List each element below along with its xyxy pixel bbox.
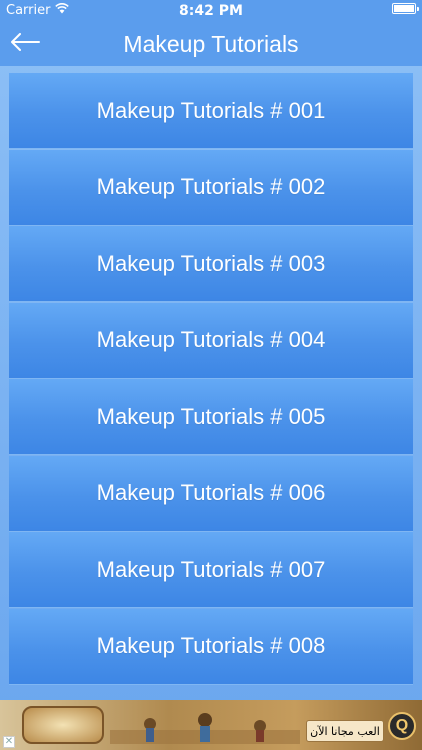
list-item-label: Makeup Tutorials # 008 — [96, 633, 326, 658]
list-item[interactable]: Makeup Tutorials # 005 — [9, 379, 413, 455]
list-item-label: Makeup Tutorials # 004 — [96, 327, 326, 352]
list-item[interactable]: Makeup Tutorials # 007 — [9, 532, 413, 608]
list-item[interactable]: Makeup Tutorials # 002 — [9, 149, 413, 226]
ad-cta-text: العب مجانا الآن — [306, 720, 384, 742]
ad-brand-icon: Q — [388, 712, 416, 740]
tutorial-list: Makeup Tutorials # 001 Makeup Tutorials … — [9, 73, 413, 685]
list-item[interactable]: Makeup Tutorials # 006 — [9, 455, 413, 532]
list-item-label: Makeup Tutorials # 007 — [96, 556, 326, 582]
status-bar: Carrier 8:42 PM — [0, 0, 422, 22]
list-item-label: Makeup Tutorials # 002 — [96, 174, 326, 199]
list-item[interactable]: Makeup Tutorials # 003 — [9, 226, 413, 302]
list-item-label: Makeup Tutorials # 006 — [96, 480, 326, 505]
ad-illustration — [110, 708, 300, 744]
ad-game-logo — [22, 706, 104, 744]
list-item[interactable]: Makeup Tutorials # 001 — [9, 73, 413, 149]
list-item-label: Makeup Tutorials # 003 — [96, 250, 326, 276]
battery-icon — [392, 3, 419, 14]
navigation-bar: Makeup Tutorials — [0, 22, 422, 66]
status-time: 8:42 PM — [179, 3, 243, 19]
list-item[interactable]: Makeup Tutorials # 004 — [9, 302, 413, 379]
ad-close-icon[interactable]: ✕ — [3, 736, 15, 748]
app-screen: Carrier 8:42 PM Makeup Tutorials Makeup … — [0, 0, 422, 750]
list-item-label: Makeup Tutorials # 001 — [96, 97, 326, 123]
page-title: Makeup Tutorials — [123, 31, 299, 57]
list-item[interactable]: Makeup Tutorials # 008 — [9, 608, 413, 685]
list-item-label: Makeup Tutorials # 005 — [96, 403, 326, 429]
ad-banner[interactable]: ✕ العب مجانا الآن Q — [0, 700, 422, 750]
status-right — [392, 3, 419, 14]
arrow-left-icon — [10, 32, 40, 56]
back-button[interactable] — [6, 28, 44, 60]
